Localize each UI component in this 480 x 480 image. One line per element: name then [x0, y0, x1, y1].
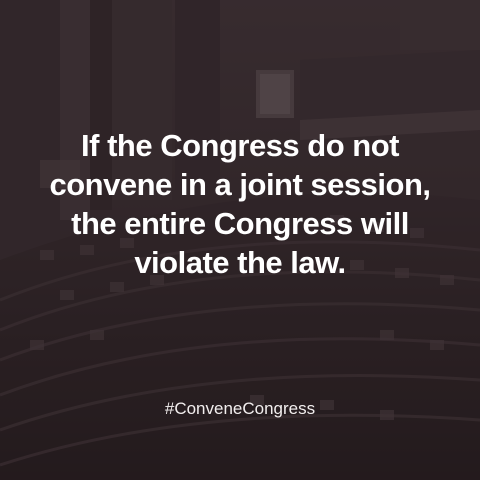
quote-line-4: violate the law.: [134, 245, 346, 280]
hashtag: #ConveneCongress: [164, 399, 316, 418]
quote-line-1: If the Congress do not: [81, 128, 399, 163]
quote-card: If the Congress do not convene in a join…: [0, 0, 480, 480]
quote-line-3: the entire Congress will: [71, 206, 409, 241]
quote-line-2: convene in a joint session,: [49, 167, 432, 202]
quote-text: If the Congress do not convene in a join…: [20, 126, 460, 282]
